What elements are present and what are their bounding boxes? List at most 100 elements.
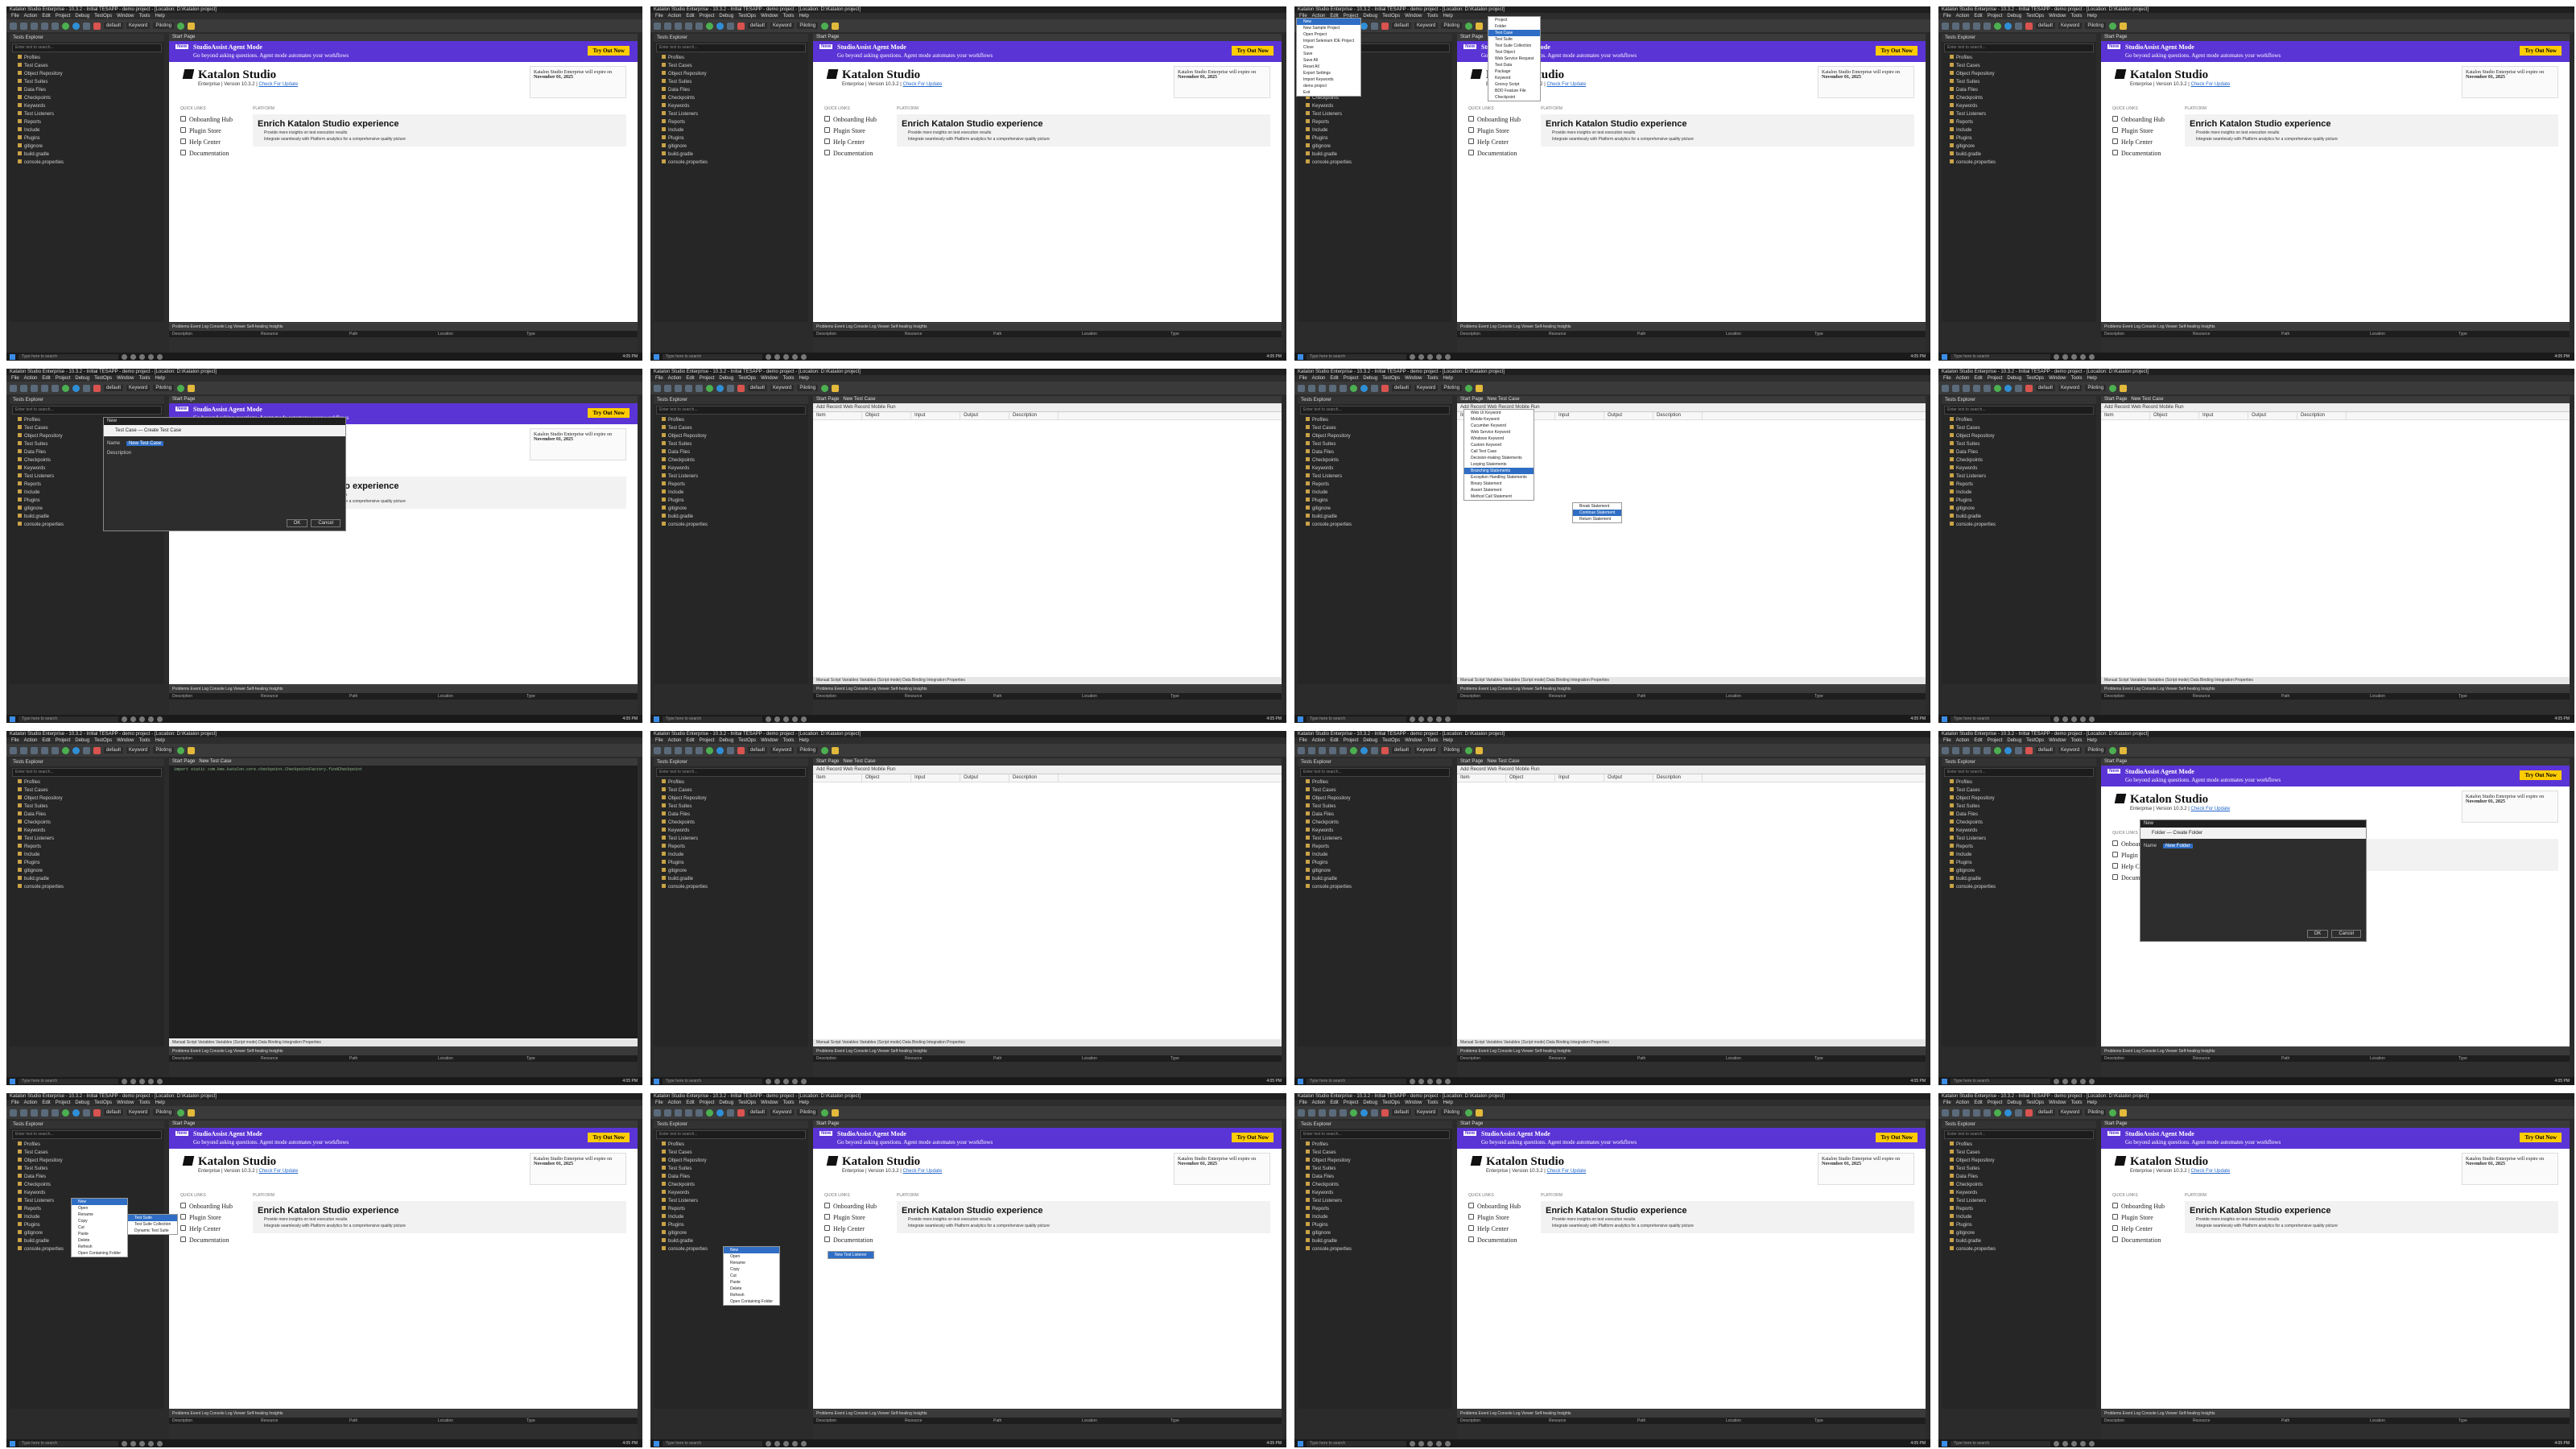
menu-item[interactable]: Edit	[686, 1100, 694, 1105]
menu-item[interactable]: Project	[700, 1100, 715, 1105]
context-menu[interactable]: Project Folder Test Case Test Suite Test Sui…	[1488, 16, 1542, 101]
quick-link[interactable]: Onboarding Hub	[824, 114, 895, 126]
menu-item[interactable]: Debug	[2007, 376, 2021, 381]
stop-icon[interactable]	[93, 384, 101, 392]
menu-item[interactable]: Import Selenium IDE Project	[1297, 38, 1360, 44]
explorer-search-input[interactable]: Enter text to search...	[1300, 1130, 1450, 1139]
tree-item[interactable]: Test Listeners	[1942, 835, 2096, 843]
stop-icon[interactable]	[737, 384, 745, 392]
debug-icon[interactable]	[1476, 746, 1484, 754]
tree-item[interactable]: console.properties	[1298, 521, 1452, 529]
tree-item[interactable]: Keywords	[654, 1189, 808, 1197]
windows-start-icon[interactable]	[10, 353, 15, 360]
katalon-icon[interactable]	[1445, 1440, 1451, 1447]
tree-item[interactable]: Keywords	[1298, 464, 1452, 473]
open-icon[interactable]	[664, 22, 671, 30]
keyword-toggle[interactable]: Keyword	[2058, 1109, 2083, 1116]
tab-start-page[interactable]: Start Page	[172, 35, 195, 39]
menu-bar[interactable]: File Action Edit Project Debug TestOps Window T…	[1938, 13, 2574, 19]
keyword-toggle[interactable]: Keyword	[1414, 1109, 1439, 1116]
taskbar-search-input[interactable]: Type here to search	[19, 1440, 118, 1447]
tree-item[interactable]: gitignore	[10, 867, 164, 875]
check-update-link[interactable]: Check For Update	[1547, 82, 1587, 87]
run-icon[interactable]	[821, 746, 829, 754]
menu-item[interactable]: Tools	[138, 376, 150, 381]
keyword-toggle[interactable]: Keyword	[2058, 23, 2083, 29]
piloting-toggle[interactable]: Piloting	[1441, 23, 1463, 29]
menu-item[interactable]: Debug	[719, 14, 733, 19]
menu-item[interactable]: Test Suite	[128, 1215, 178, 1221]
windows-start-icon[interactable]	[1298, 1078, 1303, 1084]
menu-item[interactable]: File	[1943, 1100, 1951, 1105]
menu-item[interactable]: Help	[799, 14, 808, 19]
stop-icon[interactable]	[737, 1108, 745, 1117]
git-icon[interactable]	[62, 1108, 69, 1117]
task-view-icon[interactable]	[766, 353, 771, 360]
task-view-icon[interactable]	[766, 1078, 771, 1084]
open-icon[interactable]	[20, 746, 27, 754]
menu-item[interactable]: Action	[1312, 738, 1326, 743]
menu-item[interactable]: Help	[2087, 14, 2096, 19]
editor-tabs[interactable]: Start Page New Test Case	[1457, 758, 1926, 766]
quick-link[interactable]: Help Center	[824, 137, 895, 148]
tree-item[interactable]: Test Cases	[1298, 1149, 1452, 1157]
menu-item[interactable]: Debug	[2007, 738, 2021, 743]
task-view-icon[interactable]	[1410, 1440, 1415, 1447]
menu-item[interactable]: Import Keywords	[1297, 76, 1360, 83]
undo-icon[interactable]	[1973, 1108, 1980, 1117]
spy-icon[interactable]	[716, 22, 724, 30]
edge-icon[interactable]	[1427, 716, 1433, 722]
tree-item[interactable]: Test Suites	[654, 440, 808, 448]
tree-item[interactable]: console.properties	[1298, 1245, 1452, 1253]
piloting-toggle[interactable]: Piloting	[153, 385, 175, 391]
task-view-icon[interactable]	[1410, 353, 1415, 360]
save-icon[interactable]	[675, 1108, 682, 1117]
menu-item[interactable]: demo project	[1297, 83, 1360, 89]
debug-icon[interactable]	[188, 746, 196, 754]
editor-tabs[interactable]: Start Page	[169, 1121, 638, 1128]
chrome-icon[interactable]	[774, 1078, 780, 1084]
menu-item[interactable]: Open Containing Folder	[72, 1250, 127, 1257]
menu-item[interactable]: Refresh	[72, 1244, 127, 1250]
git-icon[interactable]	[62, 746, 69, 754]
windows-start-icon[interactable]	[10, 1078, 15, 1084]
menu-item[interactable]: Debug	[719, 1100, 733, 1105]
menu-item[interactable]: Tools	[2070, 14, 2082, 19]
tree-item[interactable]: console.properties	[654, 883, 808, 891]
menu-item[interactable]: Debug	[2007, 1100, 2021, 1105]
quick-link[interactable]: Onboarding Hub	[1468, 114, 1539, 126]
quick-link[interactable]: Plugin Store	[180, 126, 251, 137]
menu-item[interactable]: Action	[24, 1100, 38, 1105]
obs-icon[interactable]	[1436, 716, 1442, 722]
tree-item[interactable]: Data Files	[1298, 811, 1452, 819]
quick-link[interactable]: Help Center	[2112, 1224, 2183, 1235]
redo-icon[interactable]	[696, 22, 703, 30]
tree-item[interactable]: Test Suites	[1298, 803, 1452, 811]
edge-icon[interactable]	[2071, 716, 2077, 722]
bottom-tabs[interactable]: Problems Event Log Console Log Viewer Se…	[169, 1410, 638, 1418]
tree-item[interactable]: console.properties	[1942, 1245, 2096, 1253]
tree-item[interactable]: Plugins	[1942, 1221, 2096, 1229]
tree-item[interactable]: gitignore	[654, 867, 808, 875]
menu-item[interactable]: TestOps	[1382, 738, 1400, 743]
spy-icon[interactable]	[716, 1108, 724, 1117]
editor-tabs[interactable]: Start Page	[169, 34, 638, 41]
profile-dropdown[interactable]: default	[1392, 1109, 1412, 1116]
menu-bar[interactable]: File Action Edit Project Debug TestOps Window T…	[650, 737, 1286, 744]
debug-icon[interactable]	[2120, 22, 2128, 30]
menu-item[interactable]: Tools	[1426, 14, 1438, 19]
tree-item[interactable]: Test Cases	[654, 1149, 808, 1157]
undo-icon[interactable]	[1973, 746, 1980, 754]
obs-icon[interactable]	[148, 353, 154, 360]
tree-item[interactable]: Object Repository	[10, 795, 164, 803]
tree-item[interactable]: Reports	[654, 118, 808, 126]
tree-item[interactable]: Reports	[1298, 1205, 1452, 1213]
tree-item[interactable]: Plugins	[654, 1221, 808, 1229]
tree-item[interactable]: Test Cases	[10, 1149, 164, 1157]
tree-item[interactable]: Test Listeners	[654, 1197, 808, 1205]
tree-item[interactable]: gitignore	[1298, 867, 1452, 875]
bottom-tabs[interactable]: Problems Event Log Console Log Viewer Se…	[1457, 686, 1926, 693]
debug-icon[interactable]	[1476, 22, 1484, 30]
menu-item[interactable]: Close	[1297, 44, 1360, 51]
menu-item[interactable]: Help	[2087, 1100, 2096, 1105]
